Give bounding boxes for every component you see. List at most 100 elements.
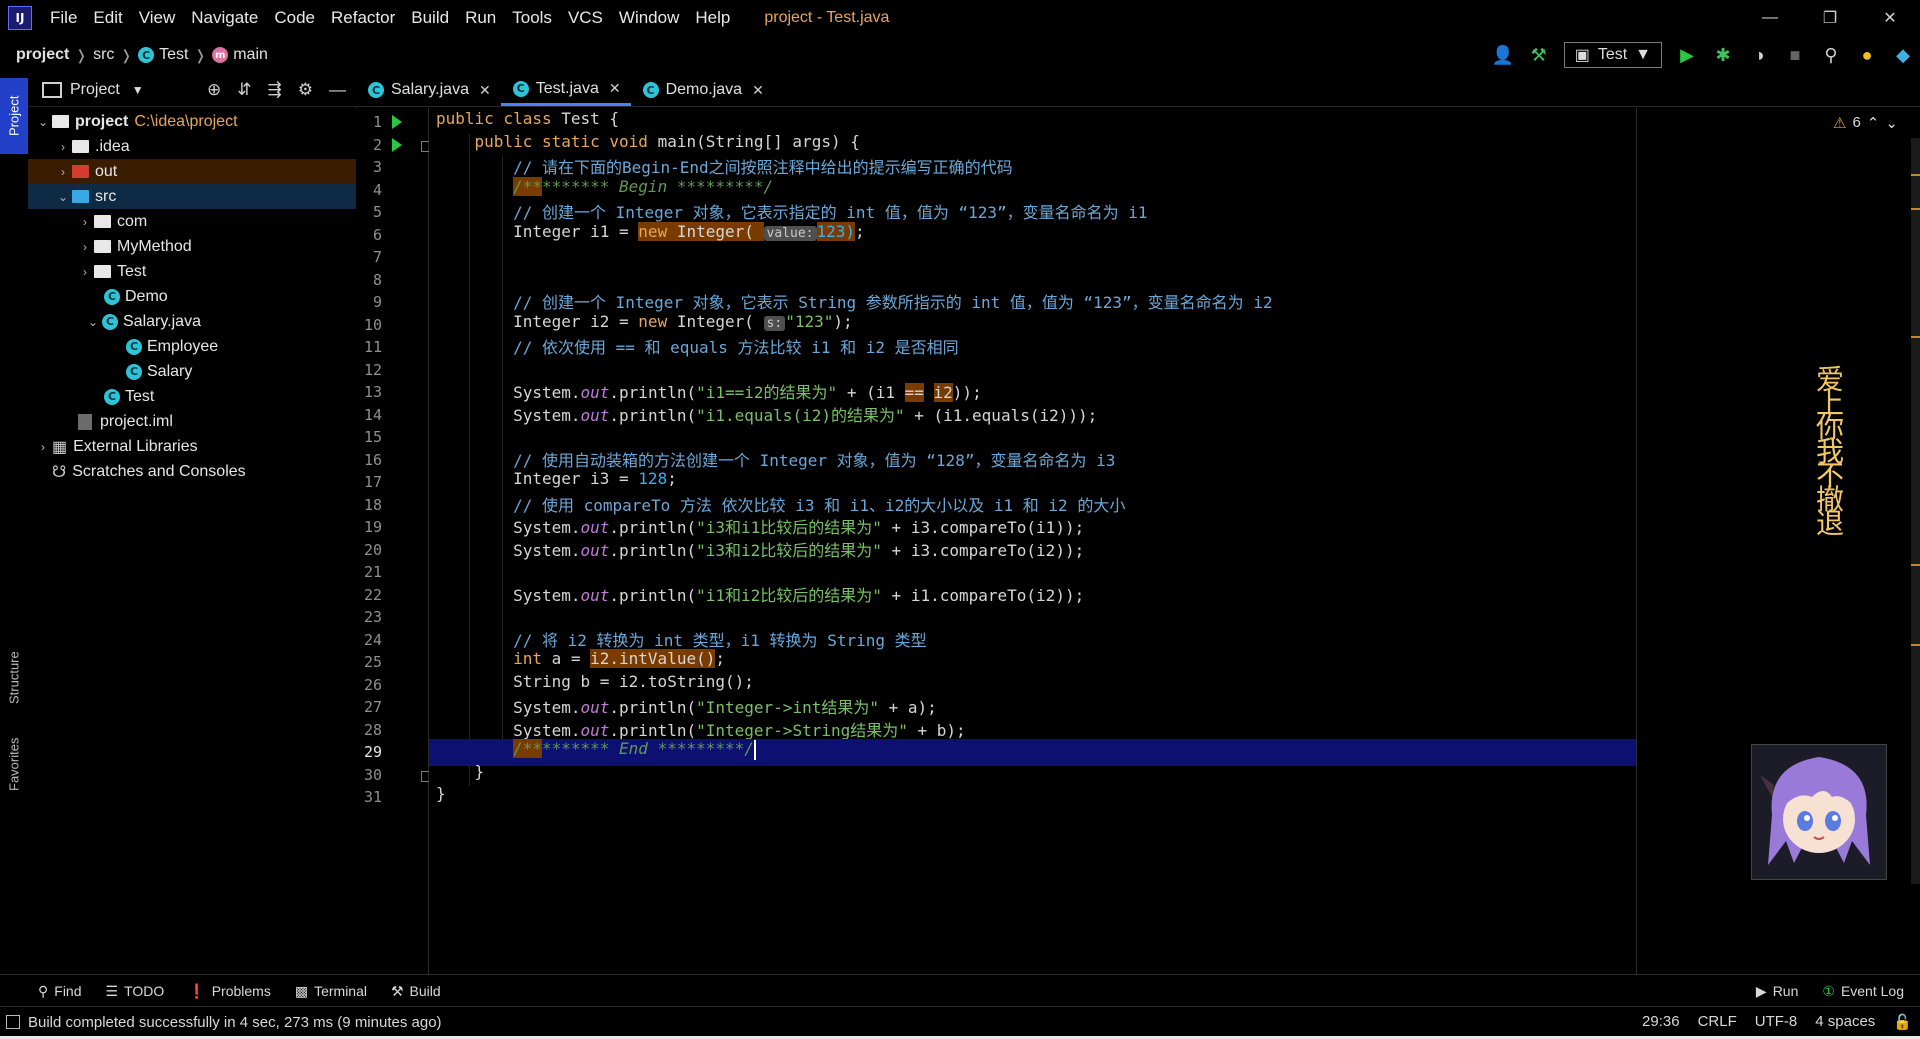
plugin-icon[interactable]: ◆ [1892,45,1914,66]
tool-build[interactable]: ⚒ Build [379,983,453,1000]
tree-item-out[interactable]: › out [28,159,356,184]
code-token: ); [833,311,853,331]
tool-window-favorites[interactable]: Favorites [0,724,28,804]
chevron-right-icon: ❭ [120,46,133,63]
hide-icon[interactable]: — [329,80,346,100]
run-gutter-icon[interactable] [392,115,402,129]
menu-code[interactable]: Code [266,8,323,28]
chevron-right-icon: › [61,139,65,154]
run-gutter-icon[interactable] [392,137,402,152]
tool-run[interactable]: ▶ Run [1744,983,1810,1000]
tree-item-salary[interactable]: C Salary [28,359,356,384]
tree-root[interactable]: ⌄ project C:\idea\project [28,109,356,134]
tree-item-test-package[interactable]: › Test [28,259,356,284]
menu-window[interactable]: Window [611,8,687,28]
tree-item-src[interactable]: ⌄ src [28,184,356,209]
breadcrumb-class[interactable]: Test [159,46,188,64]
tree-item-employee[interactable]: C Employee [28,334,356,359]
menu-edit[interactable]: Edit [85,8,130,28]
menu-build[interactable]: Build [403,8,457,28]
tree-item-label: Salary.java [123,312,201,330]
tree-item-external-libraries[interactable]: › ▦ External Libraries [28,434,356,459]
tool-window-structure[interactable]: Structure [0,640,28,716]
build-hammer-icon[interactable]: ⚒ [1528,45,1550,66]
bottom-tool-bar: ⚲ Find ☰ TODO ❗ Problems ▩ Terminal ⚒ Bu… [0,974,1920,1007]
tab-salary-java[interactable]: C Salary.java ✕ [356,74,501,106]
close-tab-icon[interactable]: ✕ [479,82,491,99]
menu-navigate[interactable]: Navigate [183,8,266,28]
editor-gutter[interactable]: 1 2 3 4 5 6 7 8 9 10 11 12 13 14 15 16 17 18 19 20 21 22 23 24 2… [356,108,432,974]
iml-file-icon [78,413,92,430]
update-icon[interactable]: ● [1856,45,1878,66]
menu-tools[interactable]: Tools [504,8,560,28]
tool-todo[interactable]: ☰ TODO [94,983,177,1000]
chevron-down-icon[interactable]: ⌄ [1885,114,1898,132]
tree-item-idea[interactable]: › .idea [28,134,356,159]
line-number: 8 [372,270,382,289]
tree-item-scratches[interactable]: ☋ Scratches and Consoles [28,459,356,484]
intellij-logo-icon[interactable]: IJ [8,6,32,30]
breadcrumb-src[interactable]: src [93,46,114,64]
editor-scrollbar[interactable] [1911,138,1920,884]
menu-help[interactable]: Help [687,8,738,28]
locate-icon[interactable]: ⊕ [207,80,221,100]
tab-demo-java[interactable]: C Demo.java ✕ [631,74,774,106]
chevron-up-icon[interactable]: ⌃ [1867,114,1880,132]
status-toggle-icon[interactable] [6,1015,20,1029]
tool-problems[interactable]: ❗ Problems [176,983,283,1000]
tool-run-label: Run [1772,983,1799,999]
tree-item-project-iml[interactable]: project.iml [28,409,356,434]
code-line: System.out.println("i3和i2比较后的结果为" + i3.c… [436,537,1084,564]
tree-item-com[interactable]: › com [28,209,356,234]
collapse-all-icon[interactable]: ⇶ [268,80,282,100]
expand-all-icon[interactable]: ⇵ [237,80,251,100]
tool-window-project[interactable]: Project [0,78,28,154]
run-icon[interactable]: ▶ [1676,45,1698,66]
tool-event-log[interactable]: ① Event Log [1810,983,1920,1000]
restore-icon[interactable]: ❐ [1800,0,1860,36]
tree-item-mymethod[interactable]: › MyMethod [28,234,356,259]
debug-icon[interactable]: ✱ [1712,45,1734,66]
class-icon: C [368,82,384,98]
line-ending[interactable]: CRLF [1698,1013,1737,1031]
close-icon[interactable]: ✕ [1860,0,1920,36]
menu-run[interactable]: Run [457,8,504,28]
tool-find[interactable]: ⚲ Find [0,983,94,1000]
menu-file[interactable]: File [42,8,85,28]
breadcrumb-method[interactable]: main [233,46,268,64]
chevron-down-icon[interactable]: ▼ [132,83,144,97]
breadcrumb-project[interactable]: project [16,46,69,64]
tree-item-test-class[interactable]: C Test [28,384,356,409]
caret-position[interactable]: 29:36 [1642,1013,1680,1031]
menu-view[interactable]: View [131,8,184,28]
search-icon[interactable]: ⚲ [1820,45,1842,66]
tree-item-label: Scratches and Consoles [72,462,246,480]
stop-icon[interactable]: ■ [1784,45,1806,66]
code-editor[interactable]: public class Test { public static void m… [429,108,1636,974]
file-encoding[interactable]: UTF-8 [1755,1013,1798,1031]
tab-test-java[interactable]: C Test.java ✕ [500,74,631,106]
list-icon: ☰ [105,982,119,999]
tool-terminal[interactable]: ▩ Terminal [283,983,379,1000]
code-token: a = [551,649,591,668]
menu-vcs[interactable]: VCS [560,8,611,28]
status-message[interactable]: Build completed successfully in 4 sec, 2… [28,1014,442,1031]
tree-item-label: src [95,187,117,205]
project-panel-title[interactable]: Project [70,81,120,99]
user-icon[interactable]: 👤 [1492,45,1514,66]
close-tab-icon[interactable]: ✕ [752,82,764,99]
run-config-select[interactable]: ▣ Test ▼ [1563,42,1662,68]
inspection-widget[interactable]: ⚠ 6 ⌃ ⌄ [1833,114,1898,132]
gear-icon[interactable]: ⚙ [298,80,313,100]
menu-refactor[interactable]: Refactor [323,8,403,28]
lock-icon[interactable]: 🔓 [1893,1013,1912,1031]
coverage-icon[interactable]: ◑ [1748,45,1770,66]
chevron-right-icon: › [83,264,87,279]
indent-setting[interactable]: 4 spaces [1815,1013,1875,1031]
minimize-icon[interactable]: — [1740,0,1800,36]
code-token: ******* End *********/ [541,739,754,758]
tree-item-demo[interactable]: C Demo [28,284,356,309]
tree-item-salary-java[interactable]: ⌄ C Salary.java [28,309,356,334]
close-tab-icon[interactable]: ✕ [609,80,621,97]
method-icon: m [212,47,229,63]
